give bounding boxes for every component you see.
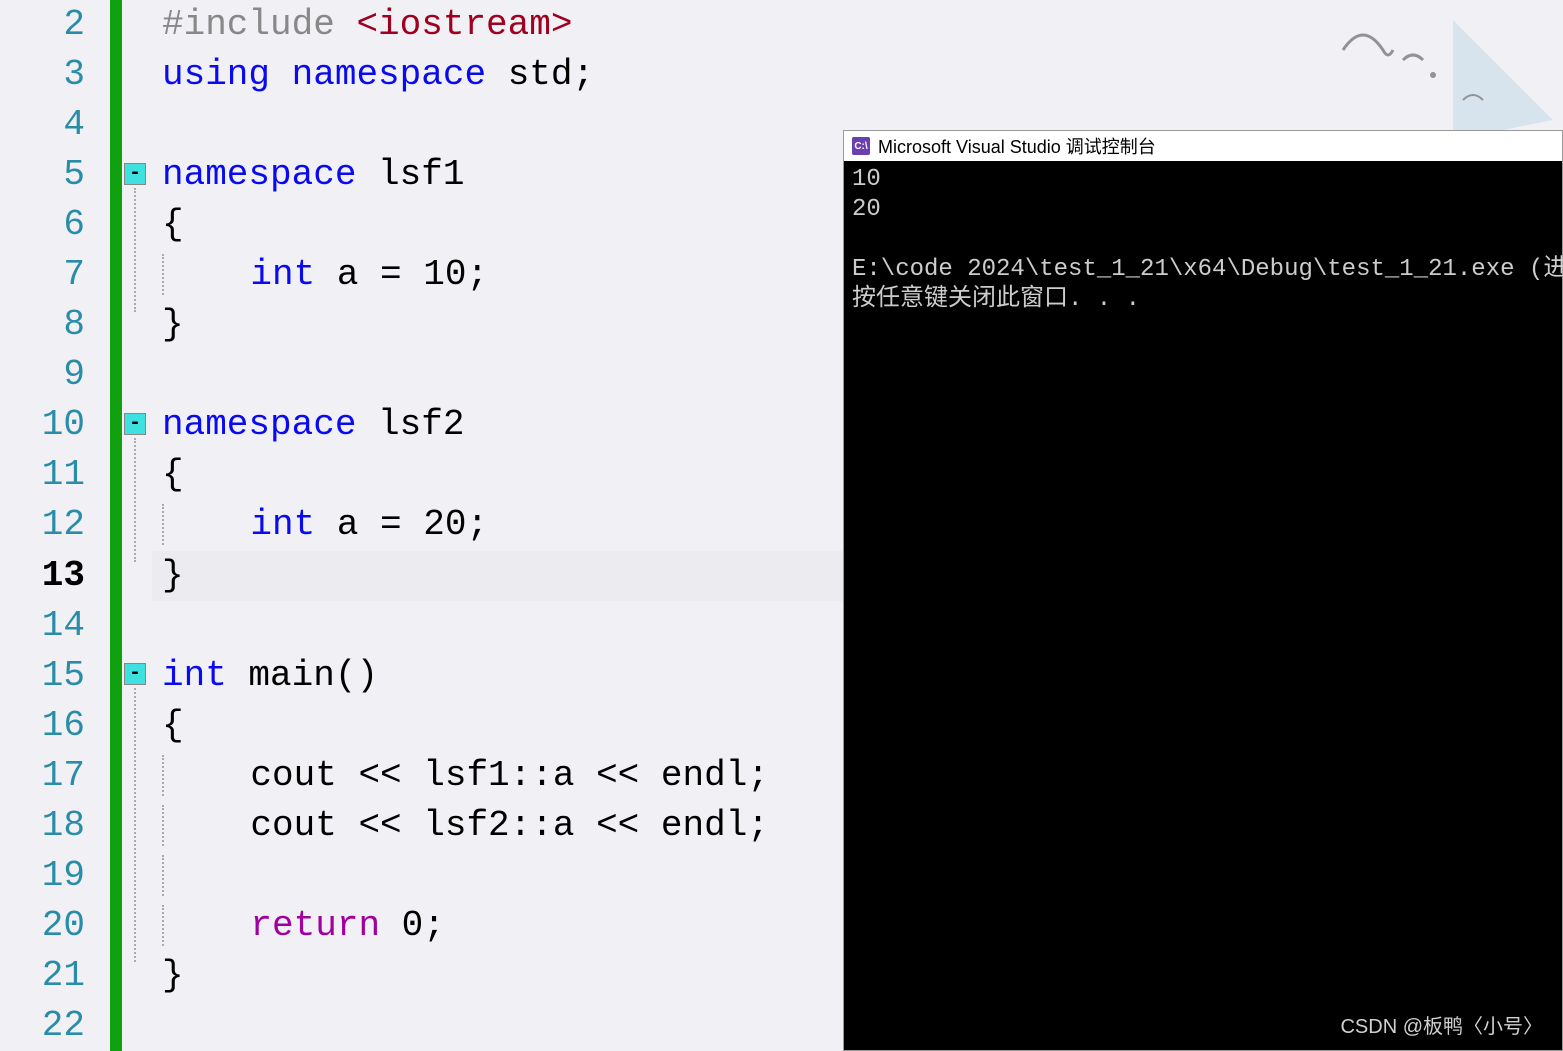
fold-guide <box>134 188 136 312</box>
line-number[interactable]: 9 <box>0 350 110 400</box>
line-number[interactable]: 18 <box>0 801 110 851</box>
line-number[interactable]: 6 <box>0 200 110 250</box>
code-line-2[interactable]: #include <iostream> <box>152 0 1563 50</box>
line-number[interactable]: 4 <box>0 100 110 150</box>
line-number[interactable]: 19 <box>0 851 110 901</box>
fold-guide <box>134 438 136 562</box>
fold-guide <box>134 688 136 962</box>
debug-console-window[interactable]: C:\ Microsoft Visual Studio 调试控制台 10 20 … <box>843 130 1563 1051</box>
console-title: Microsoft Visual Studio 调试控制台 <box>878 133 1156 159</box>
line-number[interactable]: 14 <box>0 601 110 651</box>
line-number-current[interactable]: 13 <box>0 551 110 601</box>
watermark-text: CSDN @板鸭〈小号〉 <box>1340 1010 1543 1039</box>
fold-column: - - - <box>122 0 152 1051</box>
line-number[interactable]: 11 <box>0 450 110 500</box>
line-number[interactable]: 3 <box>0 50 110 100</box>
line-number[interactable]: 17 <box>0 751 110 801</box>
line-number-gutter: 2 3 4 5 6 7 8 9 10 11 12 13 14 15 16 17 … <box>0 0 110 1051</box>
line-number[interactable]: 22 <box>0 1001 110 1051</box>
code-line-3[interactable]: using namespace std; <box>152 50 1563 100</box>
vs-icon: C:\ <box>852 137 870 155</box>
line-number[interactable]: 8 <box>0 300 110 350</box>
console-titlebar[interactable]: C:\ Microsoft Visual Studio 调试控制台 <box>844 131 1562 161</box>
line-number[interactable]: 10 <box>0 400 110 450</box>
line-number[interactable]: 16 <box>0 701 110 751</box>
line-number[interactable]: 12 <box>0 500 110 550</box>
fold-toggle-icon[interactable]: - <box>124 163 146 185</box>
fold-toggle-icon[interactable]: - <box>124 663 146 685</box>
line-number[interactable]: 5 <box>0 150 110 200</box>
line-number[interactable]: 15 <box>0 651 110 701</box>
line-number[interactable]: 7 <box>0 250 110 300</box>
line-number[interactable]: 21 <box>0 951 110 1001</box>
change-indicator-bar <box>110 0 122 1051</box>
line-number[interactable]: 2 <box>0 0 110 50</box>
fold-toggle-icon[interactable]: - <box>124 413 146 435</box>
line-number[interactable]: 20 <box>0 901 110 951</box>
console-output[interactable]: 10 20 E:\code 2024\test_1_21\x64\Debug\t… <box>844 161 1562 319</box>
